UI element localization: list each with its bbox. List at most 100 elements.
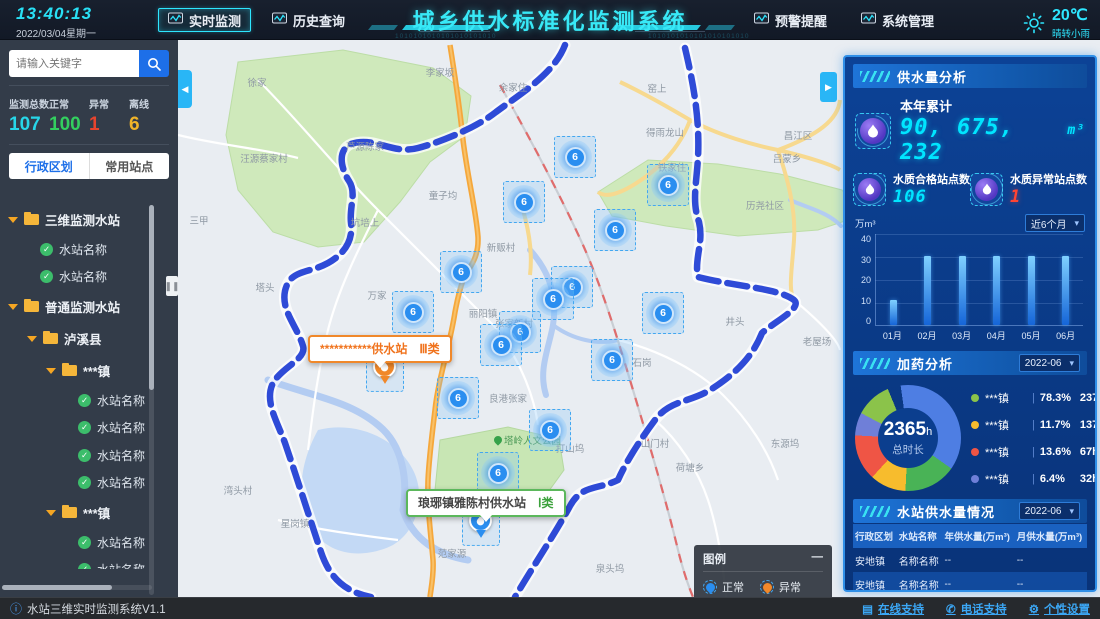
footer-link-在线支持[interactable]: ▤ 在线支持 bbox=[862, 601, 924, 617]
chart-unit-label: 万m³ bbox=[855, 216, 876, 230]
table-period-dropdown[interactable]: 2022-06 bbox=[1019, 502, 1080, 520]
station-popup[interactable]: 琅琊镇雅陈村供水站 Ⅰ类 bbox=[406, 489, 566, 517]
footer-link-电话支持[interactable]: ✆电话支持 bbox=[946, 601, 1007, 617]
station-cluster-marker[interactable]: 6 bbox=[477, 452, 519, 494]
legend-divider: | bbox=[1032, 392, 1035, 404]
tree-folder-label: ***镇 bbox=[83, 503, 110, 522]
station-cluster-marker[interactable]: 6 bbox=[480, 324, 522, 366]
x-tick-label: 06月 bbox=[1056, 329, 1075, 342]
stat-label: 离线 bbox=[129, 96, 169, 111]
tab-行政区划[interactable]: 行政区划 bbox=[9, 153, 89, 179]
chart-range-dropdown[interactable]: 近6个月 bbox=[1025, 214, 1085, 232]
map-legend: 图例 — 正常异常 bbox=[694, 545, 832, 597]
table-cell: -- bbox=[1015, 548, 1087, 572]
nav-item-realtime[interactable]: 实时监测 bbox=[158, 8, 251, 32]
station-cluster-marker[interactable]: 6 bbox=[503, 181, 545, 223]
tree-folder-label: ***镇 bbox=[83, 361, 110, 380]
cluster-count: 6 bbox=[565, 147, 586, 168]
station-cluster-marker[interactable]: 6 bbox=[594, 209, 636, 251]
bar-value bbox=[924, 256, 931, 325]
station-cluster-marker[interactable]: 6 bbox=[591, 339, 633, 381]
bar-value bbox=[890, 300, 897, 325]
nav-item-system[interactable]: 系统管理 bbox=[852, 8, 943, 32]
legend-town-name: ***镇 bbox=[985, 444, 1027, 460]
station-cluster-marker[interactable]: 6 bbox=[647, 164, 689, 206]
expand-arrow-icon[interactable] bbox=[46, 368, 56, 374]
map-place-label: 山门村 bbox=[641, 436, 670, 450]
online-check-icon: ✓ bbox=[40, 243, 53, 256]
panel-expand-button[interactable]: ▶ bbox=[820, 72, 837, 102]
cluster-ripple: 6 bbox=[533, 413, 567, 447]
bar-value bbox=[959, 256, 966, 325]
station-supply-table: 行政区划水站名称年供水量(万m³)月供水量(万m³) 安地镇名称名称----安地… bbox=[853, 524, 1087, 592]
map-place-label: 泉头坞 bbox=[596, 561, 625, 575]
table-cell: -- bbox=[1015, 572, 1087, 592]
map-place-label: 余家住 bbox=[499, 80, 528, 94]
dosing-period-dropdown[interactable]: 2022-06 bbox=[1019, 354, 1080, 372]
chart-x-axis: 01月02月03月04月05月06月 bbox=[875, 329, 1083, 342]
station-popup[interactable]: ***********供水站 Ⅲ类 bbox=[308, 335, 452, 363]
search-input[interactable] bbox=[9, 50, 139, 77]
search-button[interactable] bbox=[139, 50, 169, 77]
expand-arrow-icon[interactable] bbox=[46, 510, 56, 516]
tree-vertical-scrollbar[interactable] bbox=[149, 205, 154, 595]
cluster-ripple: 6 bbox=[396, 295, 430, 329]
bar-value bbox=[1062, 256, 1069, 325]
tree-station-label: 水站名称 bbox=[59, 268, 107, 285]
legend-town-name: ***镇 bbox=[985, 471, 1027, 487]
tab-常用站点[interactable]: 常用站点 bbox=[89, 153, 170, 179]
cluster-count: 6 bbox=[658, 175, 679, 196]
table-cell: -- bbox=[942, 548, 1014, 572]
x-tick-label: 03月 bbox=[952, 329, 971, 342]
table-row[interactable]: 安地镇名称名称---- bbox=[853, 548, 1087, 572]
current-time: 13:40:13 bbox=[16, 4, 96, 24]
station-cluster-marker[interactable]: 6 bbox=[642, 292, 684, 334]
expand-arrow-icon[interactable] bbox=[8, 217, 18, 223]
footer-link-个性设置[interactable]: ⚙个性设置 bbox=[1029, 601, 1090, 617]
online-check-icon: ✓ bbox=[78, 449, 91, 462]
legend-divider: | bbox=[1032, 446, 1035, 458]
map-place-label: 汪源蔡家村 bbox=[240, 151, 288, 165]
cluster-count: 6 bbox=[540, 420, 561, 441]
nav-item-history[interactable]: 历史查询 bbox=[263, 8, 354, 32]
footer-link-label: 在线支持 bbox=[878, 601, 924, 617]
tree-horizontal-scrollbar[interactable] bbox=[2, 585, 152, 590]
legend-pin-icon bbox=[760, 580, 774, 594]
weather-desc: 晴转小雨 bbox=[1052, 26, 1090, 40]
footer-link-label: 个性设置 bbox=[1044, 601, 1090, 617]
table-row[interactable]: 安地镇名称名称---- bbox=[853, 572, 1087, 592]
legend-item-label: 正常 bbox=[722, 579, 744, 595]
cluster-count: 6 bbox=[605, 220, 626, 241]
donut-total-hours: 2365 bbox=[884, 419, 926, 440]
online-check-icon: ✓ bbox=[78, 563, 91, 569]
tree-station-label: 水站名称 bbox=[97, 447, 145, 464]
expand-arrow-icon[interactable] bbox=[8, 304, 18, 310]
system-version: 水站三维实时监测系统V1.1 bbox=[27, 601, 166, 617]
table-column-header: 月供水量(万m³) bbox=[1015, 524, 1087, 548]
tree-station-label: 水站名称 bbox=[97, 474, 145, 491]
legend-hours: 237h bbox=[1080, 392, 1097, 404]
chart-box-icon: ▤ bbox=[862, 602, 873, 616]
sidebar-resize-handle[interactable]: ❚❚ bbox=[166, 276, 178, 296]
divider bbox=[9, 144, 169, 145]
folder-icon bbox=[24, 301, 39, 312]
station-cluster-marker[interactable]: 6 bbox=[392, 291, 434, 333]
station-cluster-marker[interactable]: 6 bbox=[554, 136, 596, 178]
sidebar-collapse-button[interactable]: ◀ bbox=[178, 70, 192, 108]
map-place-label: 历尧社区 bbox=[746, 198, 784, 212]
nav-item-alert[interactable]: 预警提醒 bbox=[745, 8, 836, 32]
tree-station-label: 水站名称 bbox=[59, 241, 107, 258]
cluster-ripple: 6 bbox=[507, 185, 541, 219]
map-place-label: 三甲 bbox=[189, 213, 208, 227]
sun-icon bbox=[1023, 12, 1045, 34]
map-place-label: 芦源陈家 bbox=[346, 139, 384, 153]
expand-arrow-icon[interactable] bbox=[27, 336, 37, 342]
legend-minimize-button[interactable]: — bbox=[812, 551, 824, 567]
station-cluster-marker[interactable]: 6 bbox=[529, 409, 571, 451]
stat-1: 正常100 bbox=[49, 96, 89, 136]
current-date: 2022/03/04星期一 bbox=[16, 25, 96, 40]
info-icon: ⓘ bbox=[10, 600, 22, 617]
legend-pin-shape bbox=[704, 581, 717, 594]
station-cluster-marker[interactable]: 6 bbox=[440, 251, 482, 293]
station-cluster-marker[interactable]: 6 bbox=[437, 377, 479, 419]
